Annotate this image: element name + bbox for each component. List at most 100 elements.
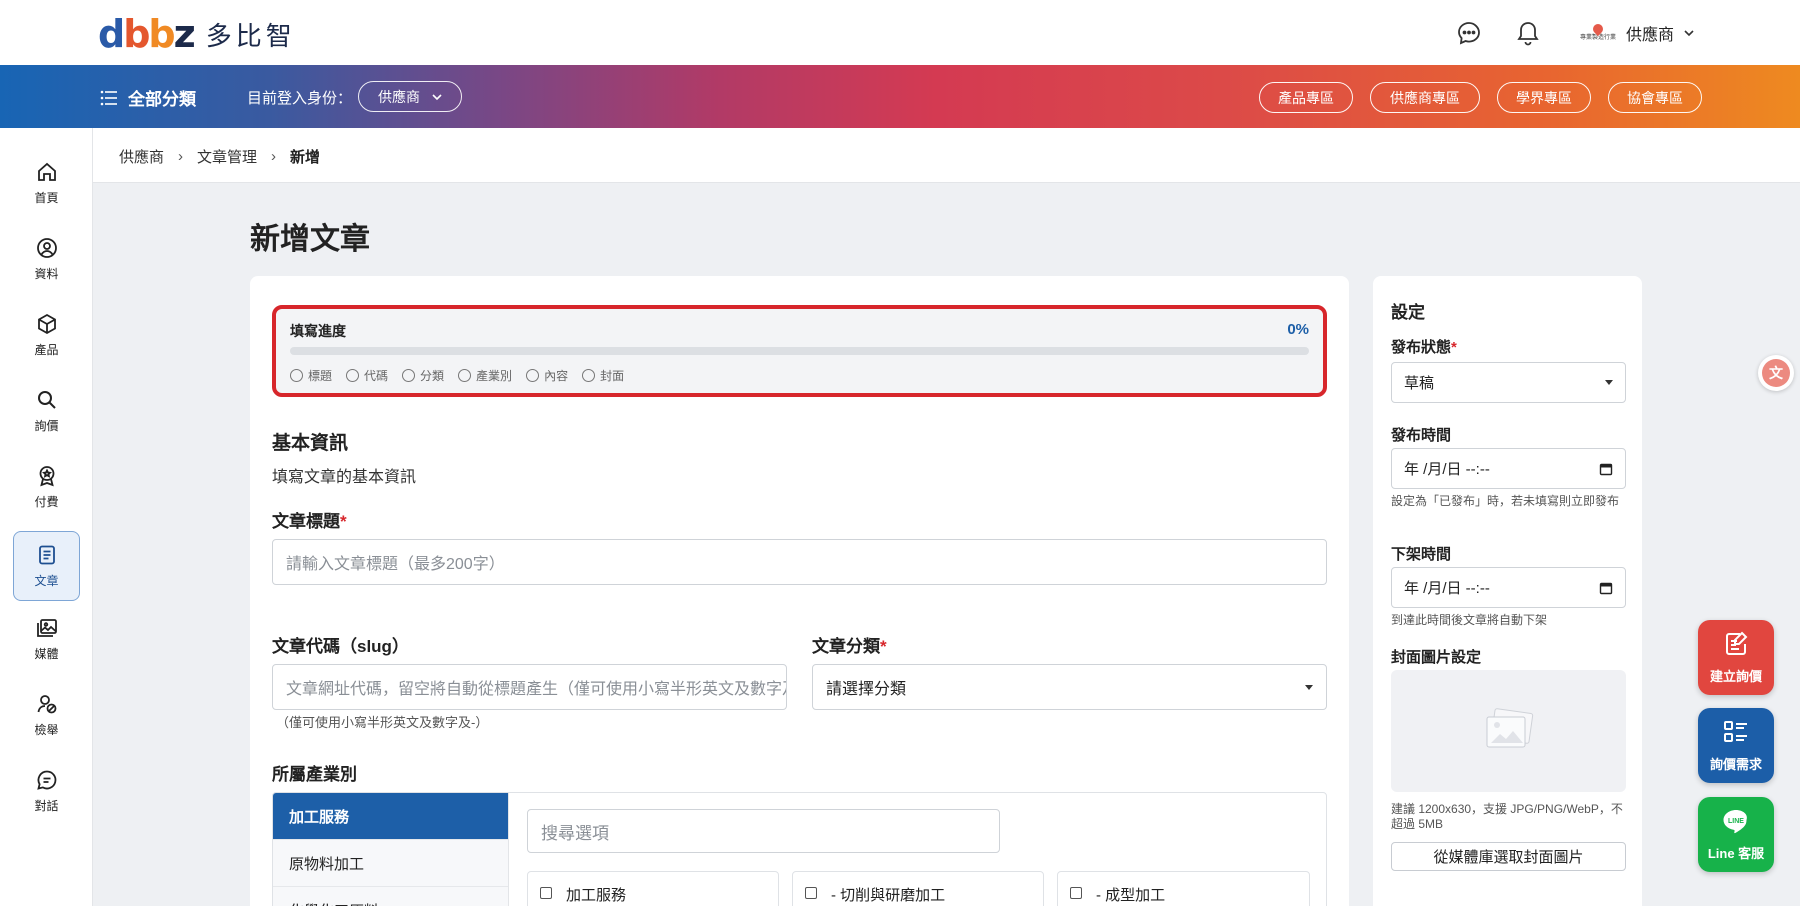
- sidebar-item-products[interactable]: 產品: [13, 300, 80, 370]
- company-logo: 專業製造行業: [1578, 21, 1618, 43]
- zone-products-button[interactable]: 產品專區: [1259, 82, 1353, 113]
- article-title-input[interactable]: 請輸入文章標題（最多200字）: [272, 539, 1327, 585]
- svg-text:LINE: LINE: [1728, 818, 1744, 825]
- industry-option[interactable]: - 切削與研磨加工: [792, 871, 1044, 906]
- zone-academia-button[interactable]: 學界專區: [1497, 82, 1591, 113]
- publish-time-hint: 設定為「已發布」時，若未填寫則立即發布: [1391, 494, 1620, 508]
- progress-steps: 標題 代碼 分類 產業別 內容 封面: [290, 367, 624, 384]
- select-cover-from-media-button[interactable]: 從媒體庫選取封面圖片: [1391, 842, 1626, 871]
- category-select-value: 請選擇分類: [826, 681, 907, 698]
- progress-step-title: 標題: [290, 367, 332, 384]
- breadcrumb-item-supplier[interactable]: 供應商: [119, 146, 164, 167]
- fill-progress-panel: 填寫進度 0% 標題 代碼 分類 產業別 內容 封面: [272, 305, 1327, 397]
- industry-category-item[interactable]: 化學化工原料: [273, 887, 508, 906]
- all-categories-label: 全部分類: [128, 90, 196, 109]
- bell-icon[interactable]: [1515, 20, 1541, 46]
- cover-image-dropzone[interactable]: [1391, 670, 1626, 792]
- login-as-label: 目前登入身份：: [247, 90, 353, 107]
- role-select[interactable]: 供應商: [358, 81, 462, 112]
- category-select[interactable]: 請選擇分類: [812, 664, 1327, 710]
- home-icon: [37, 162, 56, 181]
- industry-picker: 加工服務 原物料加工 化學化工原料 搜尋選項 加工服務 - 切削與研磨加工 - …: [272, 792, 1327, 906]
- fab-label: Line 客服: [1707, 846, 1765, 861]
- sidebar-item-articles[interactable]: 文章: [13, 531, 80, 601]
- checkbox[interactable]: [540, 887, 552, 899]
- publish-time-input[interactable]: 年 /月/日 --:--: [1391, 448, 1626, 489]
- category-label: 文章分類*: [812, 637, 887, 656]
- publish-time-value: 年 /月/日 --:--: [1404, 461, 1490, 478]
- box-icon: [37, 313, 56, 334]
- caret-down-icon: [1605, 380, 1613, 385]
- badge-icon: [39, 465, 54, 486]
- title-label: 文章標題*: [272, 512, 347, 531]
- list-checks-icon: [1724, 721, 1747, 742]
- sidebar-item-label: 詢價: [34, 418, 59, 433]
- message-icon[interactable]: [1456, 20, 1482, 46]
- sidebar-item-payment[interactable]: 付費: [13, 452, 80, 522]
- unpublish-time-value: 年 /月/日 --:--: [1404, 580, 1490, 597]
- industry-option[interactable]: 加工服務: [527, 871, 779, 906]
- progress-step-category: 分類: [402, 367, 444, 384]
- sidebar-item-media[interactable]: 媒體: [13, 604, 80, 674]
- checkbox[interactable]: [805, 887, 817, 899]
- fab-label: 建立詢價: [1709, 669, 1762, 684]
- cover-label: 封面圖片設定: [1391, 649, 1482, 666]
- section-subtitle: 填寫文章的基本資訊: [272, 469, 417, 486]
- all-categories-button[interactable]: 全部分類: [100, 85, 196, 110]
- sidebar-item-label: 對話: [34, 798, 59, 813]
- circle-icon: [290, 369, 303, 382]
- sidebar-item-label: 付費: [34, 494, 59, 509]
- progress-step-industry: 產業別: [458, 367, 512, 384]
- report-icon: [37, 694, 56, 713]
- sidebar-item-chat[interactable]: 對話: [13, 756, 80, 826]
- required-mark: *: [880, 637, 887, 656]
- calendar-icon[interactable]: [1599, 581, 1613, 595]
- create-inquiry-button[interactable]: 建立詢價: [1698, 620, 1774, 695]
- sidebar-item-label: 產品: [34, 342, 59, 357]
- circle-icon: [582, 369, 596, 382]
- breadcrumb: 供應商 › 文章管理 › 新增: [119, 146, 320, 167]
- sidebar-item-label: 首頁: [34, 190, 59, 205]
- slug-label: 文章代碼（slug）: [272, 637, 409, 656]
- zone-associations-button[interactable]: 協會專區: [1608, 82, 1702, 113]
- user-name: 供應商: [1626, 27, 1675, 44]
- sidebar-item-inquiry[interactable]: 詢價: [13, 376, 80, 446]
- left-sidebar: 首頁 資料 產品 詢價 付費 文章 媒體 檢舉 對話: [0, 128, 93, 906]
- zone-suppliers-button[interactable]: 供應商專區: [1370, 82, 1480, 113]
- search-icon: [37, 390, 56, 409]
- section-title: 基本資訊: [272, 433, 349, 454]
- sidebar-item-label: 檢舉: [34, 722, 59, 737]
- sidebar-item-home[interactable]: 首頁: [13, 148, 80, 218]
- industry-category-item[interactable]: 加工服務: [273, 793, 508, 840]
- breadcrumb-item-articles[interactable]: 文章管理: [197, 146, 257, 167]
- status-select[interactable]: 草稿: [1391, 362, 1626, 403]
- circle-icon: [402, 369, 416, 382]
- inquiry-demands-button[interactable]: 詢價需求: [1698, 708, 1774, 783]
- industry-search-input[interactable]: 搜尋選項: [527, 809, 1000, 853]
- breadcrumb-item-current: 新增: [290, 149, 321, 166]
- user-menu[interactable]: 專業製造行業 供應商: [1578, 18, 1696, 48]
- progress-step-content: 內容: [526, 367, 568, 384]
- circle-icon: [458, 369, 472, 382]
- logo[interactable]: dbbz 多比智: [98, 14, 296, 54]
- sidebar-item-report[interactable]: 檢舉: [13, 680, 80, 750]
- logo-mark: dbbz: [98, 12, 196, 56]
- fab-label: 詢價需求: [1709, 757, 1762, 772]
- line-support-button[interactable]: LINE Line 客服: [1698, 797, 1774, 872]
- unpublish-time-input[interactable]: 年 /月/日 --:--: [1391, 567, 1626, 608]
- industry-option[interactable]: - 成型加工: [1057, 871, 1310, 906]
- slug-input[interactable]: 文章網址代碼，留空將自動從標題產生（僅可使用小寫半形英文及數字及-）: [272, 664, 787, 710]
- industry-category-item[interactable]: 原物料加工: [273, 840, 508, 887]
- translate-icon: 文: [1762, 359, 1790, 387]
- list-icon: [100, 90, 117, 105]
- sidebar-item-profile[interactable]: 資料: [13, 224, 80, 294]
- publish-time-label: 發布時間: [1391, 427, 1452, 444]
- unpublish-time-label: 下架時間: [1391, 546, 1452, 563]
- calendar-icon[interactable]: [1599, 462, 1613, 476]
- translate-button[interactable]: 文: [1758, 355, 1794, 391]
- required-mark: *: [340, 512, 347, 531]
- chevron-right-icon: ›: [271, 148, 277, 165]
- checkbox[interactable]: [1070, 887, 1082, 899]
- progress-label: 填寫進度: [290, 323, 346, 339]
- slug-hint: （僅可使用小寫半形英文及數字及-）: [276, 715, 489, 730]
